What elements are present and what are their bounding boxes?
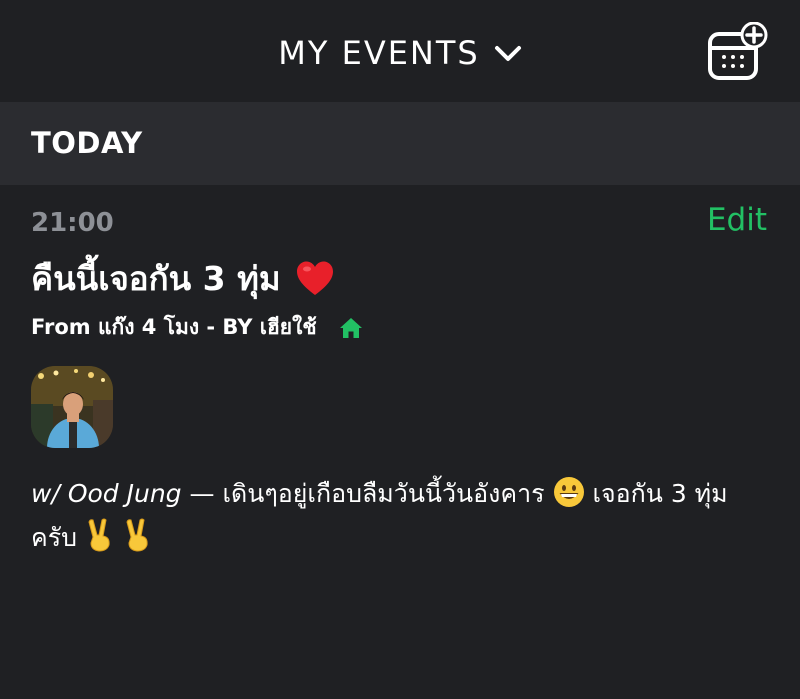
top-bar: MY EVENTS [0,0,800,102]
event-note: w/ Ood Jung — เดินๆอยู่เกือบลืมวันนี้วัน… [31,472,771,560]
event-meta: From แก๊ง 4 โมง - BY เฮียใช้ [31,315,317,339]
event-time: 21:00 [31,208,114,238]
event-title-row: คืนนี้เจอกัน 3 ทุ่ม [31,252,335,305]
note-separator: — [181,479,223,508]
event-meta-row: From แก๊ง 4 โมง - BY เฮียใช้ [31,311,363,344]
note-text-1: เดินๆอยู่เกือบลืมวันนี้วันอังคาร [222,479,545,508]
chevron-down-icon[interactable] [494,44,522,64]
avatar[interactable] [31,366,113,448]
page-title[interactable]: MY EVENTS [278,34,479,72]
victory-hand-icon [88,518,110,552]
section-header-today: TODAY [0,102,800,185]
victory-hand-icon [126,518,148,552]
event-title: คืนนี้เจอกัน 3 ทุ่ม [31,259,281,298]
events-dropdown[interactable]: MY EVENTS [0,34,800,72]
edit-button[interactable]: Edit [707,202,767,238]
heart-icon [296,261,333,295]
grinning-face-icon [553,477,584,507]
with-participants[interactable]: w/ Ood Jung [31,479,182,508]
calendar-plus-icon[interactable] [706,22,768,84]
avatar-photo [31,366,113,448]
home-icon [339,317,362,338]
section-label: TODAY [31,126,143,160]
